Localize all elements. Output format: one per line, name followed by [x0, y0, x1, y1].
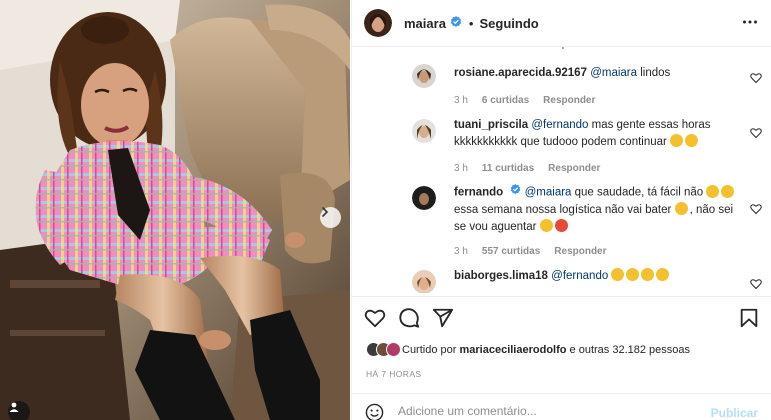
comment-body-line1: que saudade, tá fácil não [571, 186, 704, 199]
commenter-username[interactable]: fernando [454, 187, 503, 199]
liker-avatars [366, 342, 401, 357]
comment-input[interactable] [398, 404, 698, 418]
comment-likes[interactable]: 557 curtidas [482, 246, 540, 257]
header-separator: • [468, 15, 474, 31]
heart-outline-icon[interactable] [750, 203, 762, 215]
comment-meta: 3 h 11 curtidas Responder [454, 163, 600, 174]
post-header: maiara • Seguindo [352, 0, 771, 47]
heart-outline-icon[interactable] [364, 307, 386, 329]
laughing-emoji-icon [670, 134, 684, 147]
heart-eyes-emoji-icon [641, 268, 655, 281]
comment-likes[interactable]: 11 curtidas [482, 163, 534, 174]
more-horizontal-icon[interactable] [742, 14, 758, 30]
add-comment-bar: Publicar [352, 393, 771, 420]
comment-time: 3 h [454, 95, 468, 106]
author-avatar[interactable] [364, 9, 392, 37]
comment-time: 3 h [454, 47, 468, 50]
comment-time: 3 h [454, 246, 468, 257]
heart-eyes-emoji-icon [611, 268, 625, 281]
commenter-avatar[interactable] [412, 270, 436, 293]
commenter-avatar[interactable] [412, 186, 436, 210]
commenter-avatar[interactable] [412, 64, 436, 88]
verified-badge-icon [450, 15, 462, 31]
heart-outline-icon[interactable] [750, 72, 762, 84]
comment-meta-clipped: 3 h 6 curtidas Responder [454, 47, 595, 50]
comment-bubble-icon[interactable] [398, 307, 420, 329]
next-photo-button[interactable] [320, 207, 341, 228]
heart-outline-icon[interactable] [750, 278, 762, 290]
commenter-username[interactable]: rosiane.aparecida.92167 [454, 67, 587, 79]
comment-reply-button[interactable]: Responder [543, 47, 595, 50]
follow-status-button[interactable]: Seguindo [479, 16, 538, 31]
comment-body-line2: essa semana nossa logística não vai bate… [454, 203, 672, 216]
comment-text: biaborges.lima18 @fernando [454, 268, 744, 285]
bookmark-icon[interactable] [738, 307, 760, 329]
post-timestamp: HÁ 7 HORAS [366, 369, 422, 379]
user-tag-icon [9, 402, 19, 412]
commenter-username[interactable]: biaborges.lima18 [454, 270, 548, 282]
comment-body: lindos [637, 67, 671, 79]
post-action-bar [352, 296, 771, 336]
comment-text: rosiane.aparecida.92167 @maiara lindos [454, 65, 744, 82]
comment-time: 3 h [454, 163, 468, 174]
angry-emoji-icon [554, 218, 568, 232]
post-details-panel: maiara • Seguindo 3 h 6 curtidas Respond… [351, 0, 771, 420]
heart-outline-icon[interactable] [750, 127, 762, 139]
likes-suffix[interactable]: e outras 32.182 pessoas [570, 344, 690, 356]
comment-mention[interactable]: @fernando [531, 119, 588, 131]
comment-body-line2: kkkkkkkkkkk que tudooo podem continuar [454, 136, 667, 148]
comment-reply-button[interactable]: Responder [548, 163, 600, 174]
heart-eyes-emoji-icon [685, 134, 699, 147]
comment-likes[interactable]: 6 curtidas [482, 47, 529, 50]
likes-prefix: Curtido por [402, 343, 457, 356]
publish-button[interactable]: Publicar [711, 406, 758, 420]
comment-meta: 3 h 6 curtidas Responder [454, 95, 595, 106]
comment-text: tuani_priscila @fernando mas gente essas… [454, 117, 744, 151]
crying-emoji-icon [539, 218, 553, 232]
chevron-right-icon [322, 207, 329, 217]
tagged-users-button[interactable] [8, 401, 30, 420]
author-username[interactable]: maiara [404, 16, 446, 31]
sad-emoji-icon [721, 184, 735, 198]
comment-mention[interactable]: @fernando [551, 270, 608, 282]
sad-emoji-icon [706, 184, 720, 198]
verified-badge-icon [510, 184, 521, 201]
comment-body-line3: se vou aguentar [454, 220, 537, 233]
comments-list[interactable]: 3 h 6 curtidas Responder rosiane.apareci… [352, 47, 771, 293]
comment-body-line1: mas gente essas horas [588, 119, 711, 131]
heart-eyes-emoji-icon [656, 268, 670, 281]
comment-reply-button[interactable]: Responder [543, 95, 595, 106]
post-image [0, 0, 350, 420]
top-liker-username[interactable]: maria​ceciliaerodolfo [459, 344, 566, 356]
comment-reply-button[interactable]: Responder [554, 246, 606, 257]
comment-body-line2b: , não sei [689, 203, 734, 216]
comment-meta: 3 h 557 curtidas Responder [454, 246, 607, 257]
likes-summary[interactable]: Curtido por maria​ceciliaerodolfo e outr… [366, 342, 690, 357]
commenter-avatar[interactable] [412, 119, 436, 143]
avatar [386, 342, 401, 357]
paper-plane-icon[interactable] [432, 307, 454, 329]
smiley-icon[interactable] [365, 403, 384, 420]
sad-emoji-icon [674, 201, 688, 215]
post-photo[interactable] [0, 0, 350, 420]
comment-mention[interactable]: @maiara [590, 67, 637, 79]
commenter-username[interactable]: tuani_priscila [454, 119, 528, 131]
comment-text: fernando @maiara que saudade, tá fácil n… [454, 184, 744, 236]
heart-eyes-emoji-icon [626, 268, 640, 281]
comment-mention[interactable]: @maiara [525, 187, 572, 199]
comment-likes[interactable]: 6 curtidas [482, 95, 529, 106]
